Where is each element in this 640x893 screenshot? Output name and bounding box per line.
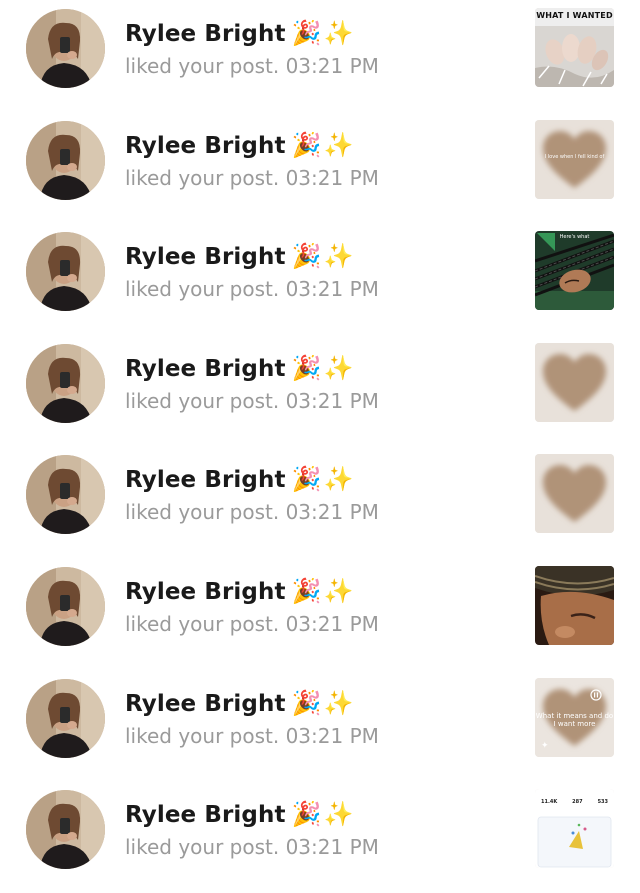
user-name[interactable]: Rylee Bright bbox=[125, 356, 286, 382]
notification-text: liked your post. 03:21 PM bbox=[125, 389, 379, 413]
notification-message: liked your post. bbox=[125, 388, 280, 413]
post-thumbnail[interactable]: What it means and do I want more ✦ bbox=[535, 677, 614, 757]
thumbnail-caption: I love when I fell kind of bbox=[544, 153, 605, 160]
notification-row[interactable]: Rylee Bright 🎉 ✨ liked your post. 03:21 … bbox=[0, 446, 640, 558]
notification-text: liked your post. 03:21 PM bbox=[125, 612, 379, 636]
sparkles-icon: ✨ bbox=[323, 466, 354, 494]
notification-row[interactable]: Rylee Bright 🎉 ✨ liked your post. 03:21 … bbox=[0, 112, 640, 224]
notification-time: 03:21 PM bbox=[285, 611, 379, 636]
party-popper-icon: 🎉 bbox=[291, 131, 322, 159]
avatar[interactable] bbox=[26, 790, 105, 870]
thumbnail-caption: WHAT I WANTED bbox=[536, 11, 613, 20]
sparkles-icon: ✨ bbox=[323, 354, 354, 382]
user-name[interactable]: Rylee Bright bbox=[125, 133, 286, 159]
notification-message: liked your post. bbox=[125, 54, 280, 78]
notification-message: liked your post. bbox=[125, 277, 280, 302]
notification-time: 03:21 PM bbox=[285, 723, 379, 748]
avatar[interactable] bbox=[26, 120, 105, 200]
sparkles-icon: ✨ bbox=[323, 20, 354, 47]
user-name[interactable]: Rylee Bright bbox=[125, 579, 286, 605]
stat-saves: 533 bbox=[597, 799, 608, 806]
party-popper-icon: 🎉 bbox=[291, 801, 322, 829]
thumbnail-caption: What it means and do I want more bbox=[535, 711, 614, 728]
thumbnail-caption: Here's what bbox=[559, 234, 590, 241]
notification-text: liked your post. 03:21 PM bbox=[125, 500, 379, 524]
notification-time: 03:21 PM bbox=[285, 500, 379, 525]
post-thumbnail[interactable]: 11.4K 287 533 bbox=[535, 789, 614, 869]
user-name[interactable]: Rylee Bright bbox=[125, 802, 286, 828]
user-name[interactable]: Rylee Bright bbox=[125, 691, 286, 717]
avatar[interactable] bbox=[26, 678, 105, 758]
notification-time: 03:21 PM bbox=[285, 277, 379, 302]
notification-row[interactable]: Rylee Bright 🎉 ✨ liked your post. 03:21 … bbox=[0, 670, 640, 782]
notification-message: liked your post. bbox=[125, 165, 280, 190]
party-popper-icon: 🎉 bbox=[291, 577, 322, 605]
notification-text: liked your post. 03:21 PM bbox=[125, 724, 379, 748]
pause-icon bbox=[590, 688, 602, 701]
sparkles-icon: ✨ bbox=[323, 131, 354, 159]
notification-time: 03:21 PM bbox=[285, 165, 379, 190]
notification-time: 03:21 PM bbox=[285, 388, 379, 413]
post-thumbnail[interactable]: I love when I fell kind of bbox=[535, 119, 614, 199]
notification-row[interactable]: Rylee Bright 🎉 ✨ liked your post. 03:21 … bbox=[0, 781, 640, 893]
notification-message: liked your post. bbox=[125, 723, 280, 748]
post-thumbnail[interactable]: WHAT I WANTED bbox=[535, 8, 614, 87]
post-stats: 11.4K 287 533 bbox=[541, 799, 608, 805]
stat-views: 11.4K bbox=[541, 799, 558, 806]
party-popper-icon: 🎉 bbox=[291, 20, 322, 47]
sparkles-icon: ✨ bbox=[323, 689, 354, 717]
user-name[interactable]: Rylee Bright bbox=[125, 21, 286, 47]
notification-row[interactable]: Rylee Bright 🎉 ✨ liked your post. 03:21 … bbox=[0, 223, 640, 335]
sparkles-icon: ✨ bbox=[323, 243, 354, 271]
avatar[interactable] bbox=[26, 232, 105, 312]
notification-list: Rylee Bright 🎉 ✨ liked your post. 03:21 … bbox=[0, 0, 640, 893]
avatar[interactable] bbox=[26, 343, 105, 423]
notification-text: liked your post. 03:21 PM bbox=[125, 54, 379, 78]
party-popper-icon: 🎉 bbox=[291, 354, 322, 382]
notification-time: 03:21 PM bbox=[285, 54, 379, 78]
party-popper-icon: 🎉 bbox=[291, 689, 322, 717]
post-thumbnail[interactable] bbox=[535, 454, 614, 534]
notification-text: liked your post. 03:21 PM bbox=[125, 166, 379, 190]
notification-row[interactable]: Rylee Bright 🎉 ✨ liked your post. 03:21 … bbox=[0, 558, 640, 670]
notification-text: liked your post. 03:21 PM bbox=[125, 277, 379, 301]
notification-message: liked your post. bbox=[125, 500, 280, 525]
user-name[interactable]: Rylee Bright bbox=[125, 467, 286, 493]
post-thumbnail[interactable] bbox=[535, 565, 614, 645]
notification-row[interactable]: Rylee Bright 🎉 ✨ liked your post. 03:21 … bbox=[0, 335, 640, 447]
notification-row[interactable]: Rylee Bright 🎉 ✨ liked your post. 03:21 … bbox=[0, 0, 640, 112]
sparkles-icon: ✨ bbox=[323, 801, 354, 829]
avatar[interactable] bbox=[26, 455, 105, 535]
sparkle-icon: ✦ bbox=[541, 739, 549, 750]
sparkles-icon: ✨ bbox=[323, 577, 354, 605]
party-popper-icon: 🎉 bbox=[291, 466, 322, 494]
avatar[interactable] bbox=[26, 566, 105, 646]
post-thumbnail[interactable] bbox=[535, 342, 614, 422]
user-name[interactable]: Rylee Bright bbox=[125, 244, 286, 270]
post-thumbnail[interactable]: Here's what bbox=[535, 231, 614, 311]
avatar[interactable] bbox=[26, 9, 105, 88]
notification-message: liked your post. bbox=[125, 611, 280, 636]
stat-likes: 287 bbox=[572, 799, 583, 806]
party-popper-icon: 🎉 bbox=[291, 243, 322, 271]
